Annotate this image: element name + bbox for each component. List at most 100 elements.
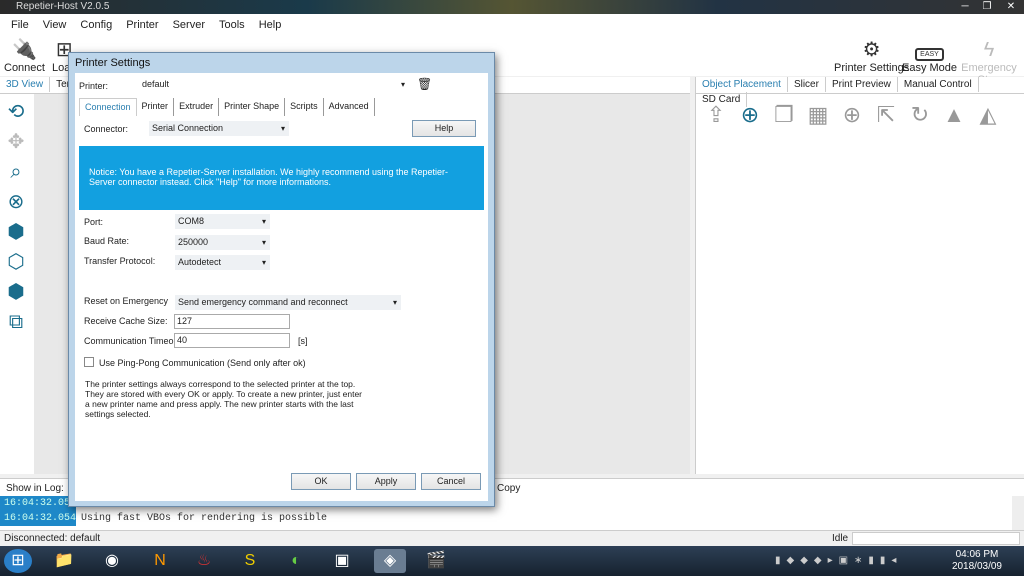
status-bar: Disconnected: default Idle bbox=[0, 530, 1024, 546]
communication-timeout-label: Communication Timeout: bbox=[84, 336, 184, 346]
objects-icon[interactable]: ⧉ bbox=[4, 310, 28, 334]
mirror-icon[interactable]: ◭ bbox=[974, 102, 1002, 128]
menu-bar: File View Config Printer Server Tools He… bbox=[0, 14, 1024, 36]
app-n-taskbar-icon[interactable]: N bbox=[144, 549, 176, 573]
log-time: 16:04:32.054 bbox=[0, 511, 76, 526]
export-icon[interactable]: ⇪ bbox=[702, 102, 730, 128]
right-panel: Object Placement Slicer Print Preview Manua… bbox=[695, 77, 1024, 474]
help-button[interactable]: Help bbox=[412, 120, 476, 137]
menu-file[interactable]: File bbox=[4, 14, 36, 36]
tab-connection[interactable]: Connection bbox=[79, 98, 137, 116]
app-title: Repetier-Host V2.0.5 bbox=[16, 1, 110, 12]
apply-button[interactable]: Apply bbox=[356, 473, 416, 490]
move-icon[interactable]: ✥ bbox=[4, 130, 28, 154]
system-tray-icons[interactable]: ▮◆◆◆▸▣∗▮▮◂ bbox=[775, 555, 902, 566]
tab-object-placement[interactable]: Object Placement bbox=[696, 77, 788, 92]
menu-tools[interactable]: Tools bbox=[212, 14, 252, 36]
receive-cache-label: Receive Cache Size: bbox=[84, 316, 168, 326]
zoom-icon[interactable]: ⌕ bbox=[4, 160, 28, 184]
clock-date: 2018/03/09 bbox=[951, 561, 1002, 572]
taskbar: ⊞ 📁 ◉ N ♨ S ◐ ▣ ◈ 🎬 ▮◆◆◆▸▣∗▮▮◂ 04:06 PM 2… bbox=[0, 546, 1024, 576]
app-s-taskbar-icon[interactable]: S bbox=[234, 549, 266, 573]
cube-side-icon[interactable]: ⬡ bbox=[4, 250, 28, 274]
menu-printer[interactable]: Printer bbox=[119, 14, 165, 36]
menu-help[interactable]: Help bbox=[252, 14, 289, 36]
tab-advanced[interactable]: Advanced bbox=[324, 98, 375, 116]
minimize-button[interactable]: ─ bbox=[954, 0, 976, 14]
tab-slicer[interactable]: Slicer bbox=[788, 77, 826, 92]
port-select[interactable]: COM8 bbox=[175, 214, 270, 229]
printer-value: default bbox=[142, 79, 170, 89]
menu-server[interactable]: Server bbox=[166, 14, 212, 36]
connector-select[interactable]: Serial Connection bbox=[149, 121, 289, 136]
start-button[interactable]: ⊞ bbox=[4, 549, 32, 573]
baud-rate-select[interactable]: 250000 bbox=[175, 235, 270, 250]
menu-view[interactable]: View bbox=[36, 14, 74, 36]
printer-settings-label: Printer Settings bbox=[834, 62, 910, 74]
cube-front-icon[interactable]: ⬢ bbox=[4, 220, 28, 244]
explorer-taskbar-icon[interactable]: 📁 bbox=[48, 549, 80, 573]
baud-rate-value: 250000 bbox=[178, 237, 209, 247]
plug-icon: 🔌 bbox=[12, 39, 37, 61]
settings-info-text: The printer settings always correspond t… bbox=[85, 379, 363, 419]
chrome-taskbar-icon[interactable]: ◉ bbox=[96, 549, 128, 573]
show-in-log-label: Show in Log: bbox=[6, 483, 64, 494]
app-globe-taskbar-icon[interactable]: ◐ bbox=[280, 549, 312, 573]
log-time: 16:04:32.05 bbox=[0, 496, 76, 511]
tab-manual-control[interactable]: Manual Control bbox=[898, 77, 979, 92]
tab-extruder[interactable]: Extruder bbox=[174, 98, 220, 116]
reset-on-emergency-label: Reset on Emergency bbox=[84, 296, 169, 306]
tab-3d-view[interactable]: 3D View bbox=[0, 77, 51, 92]
app-red-taskbar-icon[interactable]: ♨ bbox=[188, 549, 220, 573]
ok-button[interactable]: OK bbox=[291, 473, 351, 490]
copy-button[interactable]: Copy bbox=[497, 483, 520, 494]
rotate-icon[interactable]: ⟲ bbox=[4, 100, 28, 124]
ping-pong-label[interactable]: Use Ping-Pong Communication (Send only a… bbox=[99, 358, 306, 368]
easy-icon: EASY bbox=[902, 38, 957, 62]
communication-timeout-input[interactable]: 40 bbox=[174, 333, 290, 348]
cancel-button[interactable]: Cancel bbox=[421, 473, 481, 490]
printer-settings-dialog: Printer Settings Printer: default 🗑 Conn… bbox=[68, 52, 495, 507]
connector-label: Connector: bbox=[84, 124, 129, 134]
log-message: Using fast VBOs for rendering is possibl… bbox=[81, 513, 328, 524]
tab-printer[interactable]: Printer bbox=[137, 98, 175, 116]
center-icon[interactable]: ⊕ bbox=[838, 102, 866, 128]
ping-pong-checkbox[interactable] bbox=[84, 357, 94, 367]
copy-icon[interactable]: ❐ bbox=[770, 102, 798, 128]
close-button[interactable]: ✕ bbox=[1000, 0, 1022, 14]
clock[interactable]: 04:06 PM 2018/03/09 bbox=[952, 549, 1002, 573]
reset-on-emergency-select[interactable]: Send emergency command and reconnect bbox=[175, 295, 401, 310]
app-window-taskbar-icon[interactable]: ▣ bbox=[326, 549, 358, 573]
tab-scripts[interactable]: Scripts bbox=[285, 98, 324, 116]
easy-mode-button[interactable]: EASY Easy Mode bbox=[902, 38, 957, 74]
scale-icon[interactable]: ⇱ bbox=[872, 102, 900, 128]
timeout-unit: [s] bbox=[298, 336, 308, 346]
printer-settings-button[interactable]: ⚙ Printer Settings bbox=[834, 38, 909, 74]
title-bar: Repetier-Host V2.0.5 ─ ❐ ✕ bbox=[0, 0, 1024, 14]
printer-select[interactable]: default bbox=[139, 77, 409, 92]
rotate-object-icon[interactable]: ↻ bbox=[906, 102, 934, 128]
log-row: 16:04:32.054 Using fast VBOs for renderin… bbox=[0, 511, 1024, 526]
dialog-tabs: Connection Printer Extruder Printer Shap… bbox=[79, 98, 375, 116]
cut-icon[interactable]: ▲ bbox=[940, 102, 968, 128]
tab-printer-shape[interactable]: Printer Shape bbox=[219, 98, 286, 116]
cube-top-icon[interactable]: ⬢ bbox=[4, 280, 28, 304]
repetier-taskbar-icon[interactable]: ◈ bbox=[374, 549, 406, 573]
maximize-button[interactable]: ❐ bbox=[976, 0, 998, 14]
connect-button[interactable]: 🔌 Connect bbox=[4, 38, 45, 74]
fit-icon[interactable]: ⊗ bbox=[4, 190, 28, 214]
server-notice: Notice: You have a Repetier-Server insta… bbox=[79, 146, 484, 210]
easy-badge: EASY bbox=[915, 48, 944, 61]
dialog-title: Printer Settings bbox=[75, 57, 151, 69]
transfer-protocol-select[interactable]: Autodetect bbox=[175, 255, 270, 270]
trash-icon[interactable]: 🗑 bbox=[417, 77, 432, 91]
autoposition-icon[interactable]: ▦ bbox=[804, 102, 832, 128]
receive-cache-input[interactable]: 127 bbox=[174, 314, 290, 329]
menu-config[interactable]: Config bbox=[73, 14, 119, 36]
view-tools-sidebar: ⟲ ✥ ⌕ ⊗ ⬢ ⬡ ⬢ ⧉ bbox=[0, 94, 34, 474]
media-taskbar-icon[interactable]: 🎬 bbox=[420, 549, 452, 573]
add-object-icon[interactable]: ⊕ bbox=[736, 102, 764, 128]
tab-print-preview[interactable]: Print Preview bbox=[826, 77, 898, 92]
log-scrollbar[interactable] bbox=[1012, 496, 1024, 530]
clock-time: 04:06 PM bbox=[955, 549, 999, 560]
